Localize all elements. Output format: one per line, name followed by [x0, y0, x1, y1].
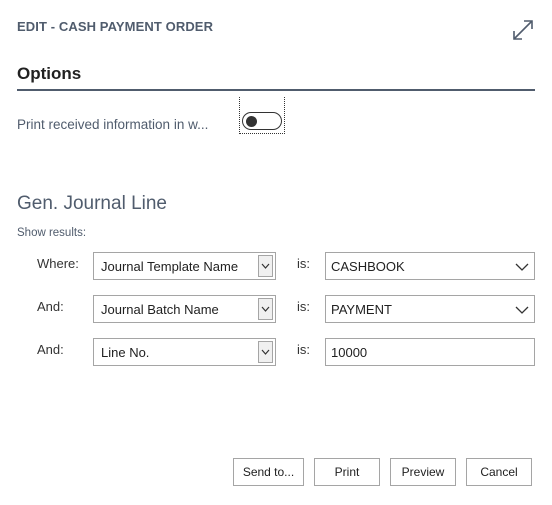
filter-operator: is:: [297, 299, 310, 314]
filter-field-text: Journal Batch Name: [101, 302, 219, 317]
chevron-down-icon[interactable]: [258, 341, 273, 363]
filter-row-label: And:: [37, 299, 64, 314]
options-title: Options: [17, 64, 82, 83]
filter-value-text: PAYMENT: [331, 302, 392, 317]
filter-field-text: Line No.: [101, 345, 150, 360]
filter-value-select[interactable]: CASHBOOK: [325, 252, 535, 280]
filter-value-select[interactable]: PAYMENT: [325, 295, 535, 323]
toggle-track[interactable]: [242, 112, 282, 130]
show-results-label: Show results:: [17, 227, 87, 239]
expand-icon[interactable]: [511, 18, 535, 42]
send-to-button[interactable]: Send to...: [233, 458, 304, 486]
chevron-down-icon[interactable]: [515, 303, 529, 315]
filter-value-input[interactable]: 10000: [325, 338, 535, 366]
filter-value-text: CASHBOOK: [331, 259, 405, 274]
chevron-down-icon[interactable]: [515, 260, 529, 272]
filter-field-select[interactable]: Journal Template Name: [93, 252, 276, 280]
print-received-label: Print received information in w...: [17, 117, 209, 132]
chevron-down-icon[interactable]: [258, 255, 273, 277]
dialog-title: EDIT - CASH PAYMENT ORDER: [17, 19, 214, 34]
filter-field-text: Journal Template Name: [101, 259, 239, 274]
print-received-toggle[interactable]: [239, 97, 285, 134]
print-button[interactable]: Print: [314, 458, 380, 486]
filter-row-label: Where:: [37, 256, 79, 271]
filter-value-text: 10000: [331, 345, 368, 360]
filter-field-select[interactable]: Journal Batch Name: [93, 295, 276, 323]
toggle-knob: [246, 115, 257, 127]
preview-button[interactable]: Preview: [390, 458, 456, 486]
cancel-button[interactable]: Cancel: [466, 458, 532, 486]
filter-title: Gen. Journal Line: [17, 193, 167, 214]
filter-operator: is:: [297, 342, 310, 357]
filter-row-label: And:: [37, 342, 64, 357]
options-divider: [17, 89, 535, 91]
filter-operator: is:: [297, 256, 310, 271]
chevron-down-icon[interactable]: [258, 298, 273, 320]
filter-field-select[interactable]: Line No.: [93, 338, 276, 366]
